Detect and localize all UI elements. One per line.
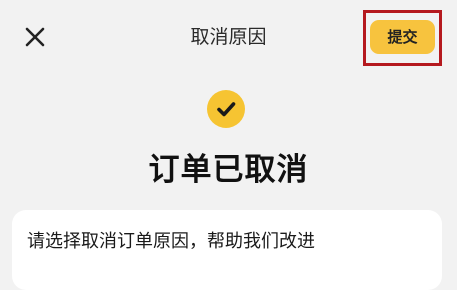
submit-button[interactable]: 提交 <box>370 20 435 54</box>
cancel-reason-card: 请选择取消订单原因，帮助我们改进 <box>12 210 442 290</box>
header-bar: 取消原因 提交 <box>0 0 457 78</box>
check-icon <box>207 90 245 128</box>
reason-prompt: 请选择取消订单原因，帮助我们改进 <box>27 231 315 252</box>
order-status-title: 订单已取消 <box>148 152 309 188</box>
